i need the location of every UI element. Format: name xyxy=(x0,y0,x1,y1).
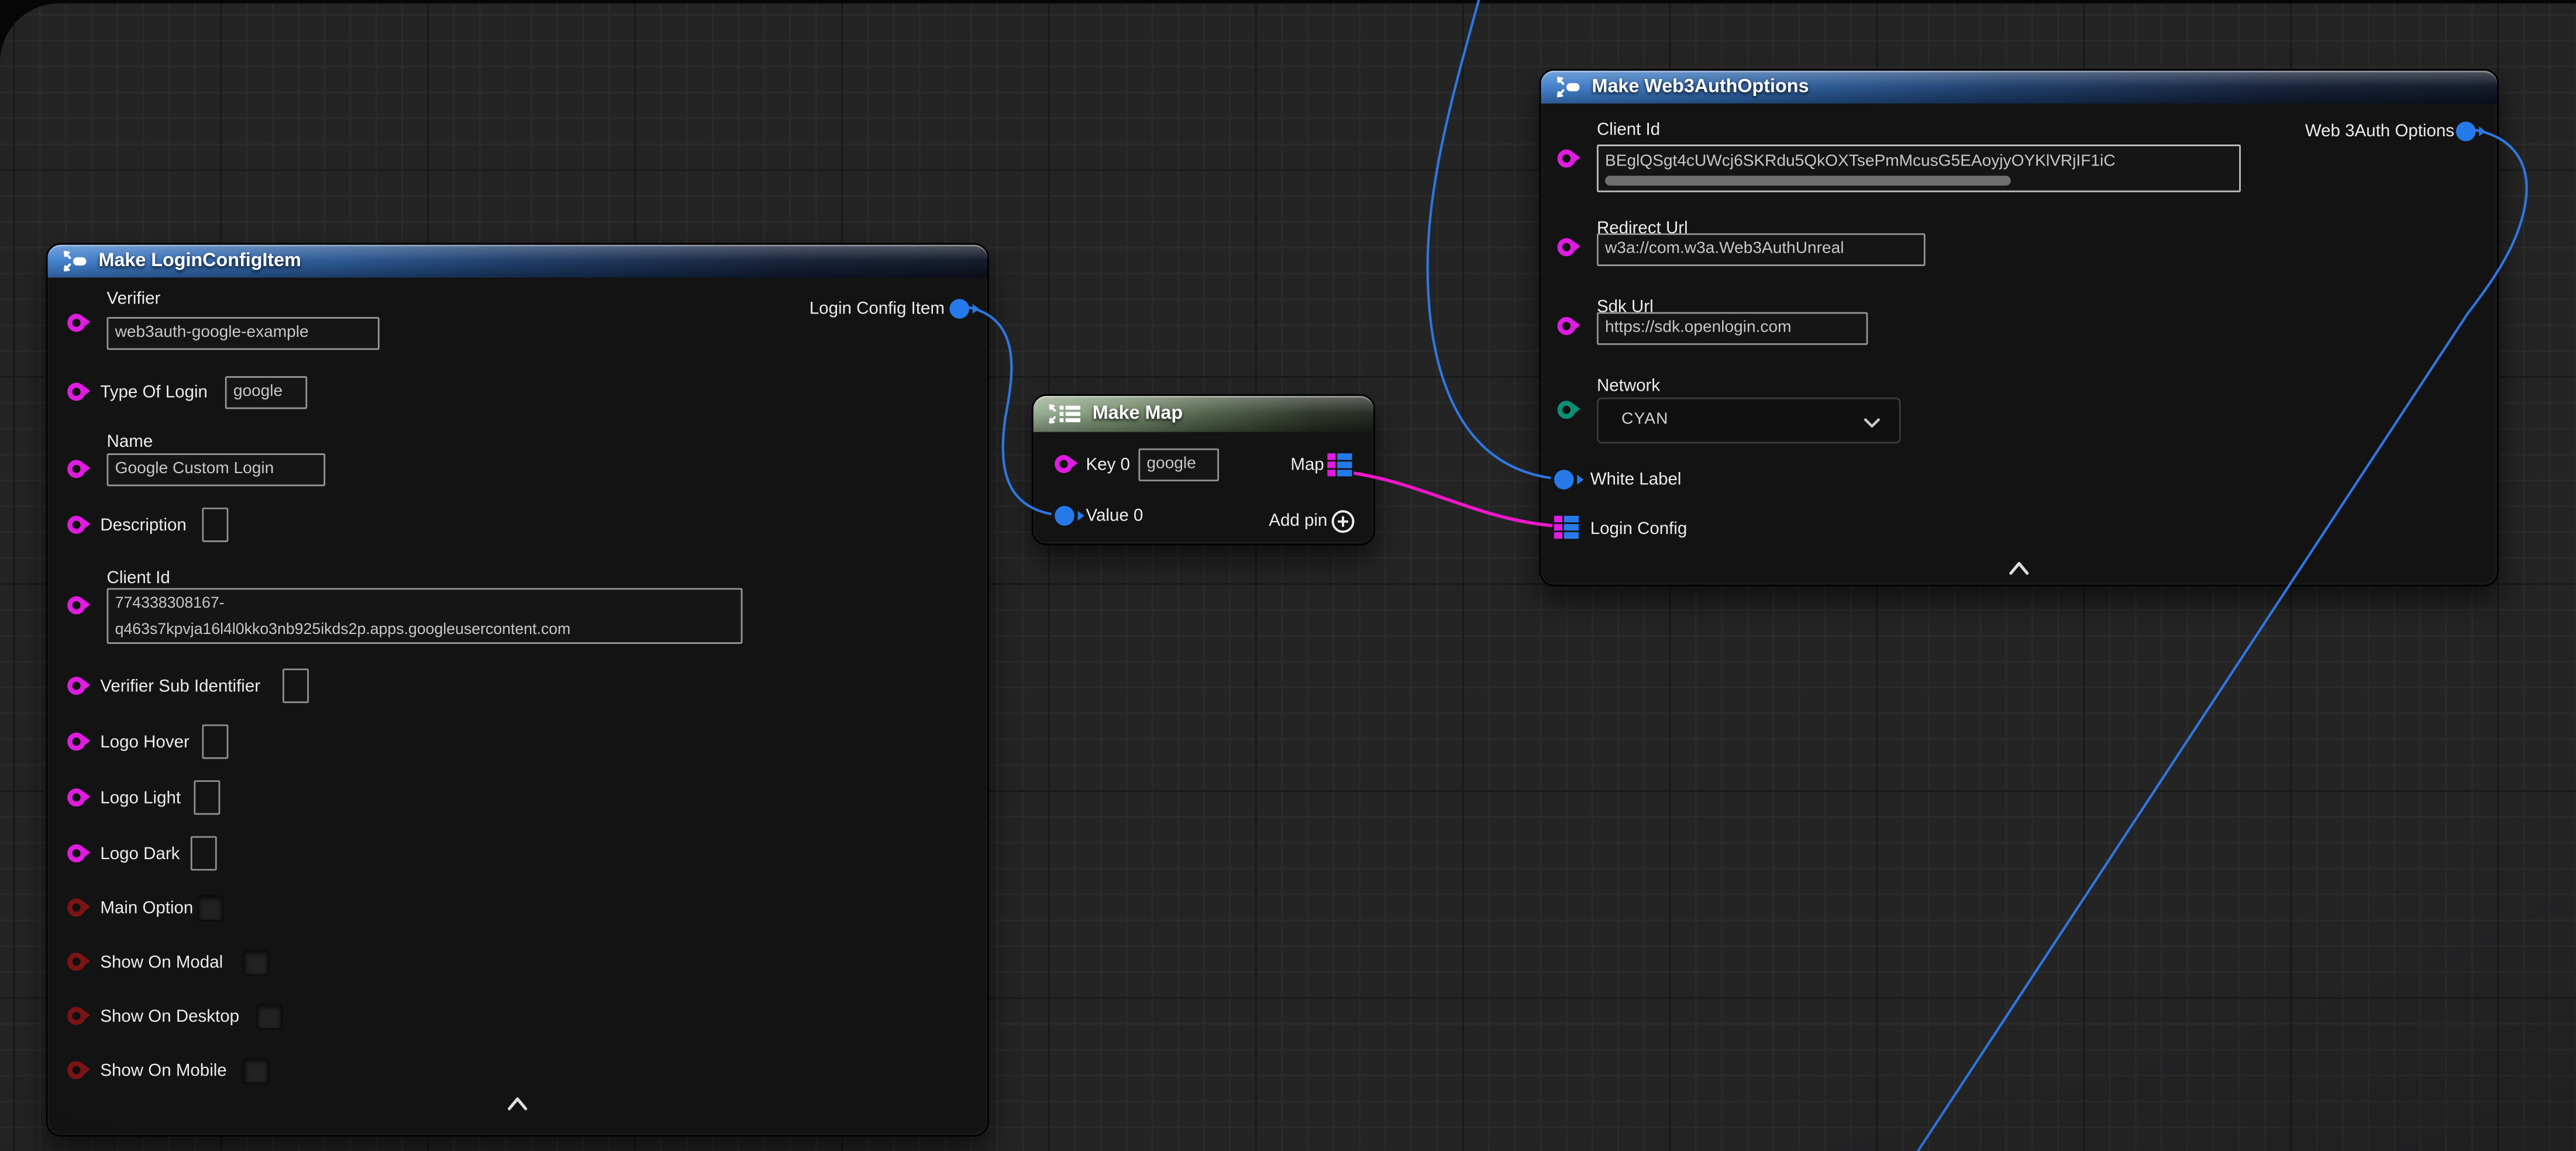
pin-type-of-login[interactable] xyxy=(67,382,85,401)
pin-verifier-sub-identifier[interactable] xyxy=(67,677,85,695)
pin-label-client-id: Client Id xyxy=(107,567,170,590)
node-title: Make LoginConfigItem xyxy=(99,251,301,271)
pin-label-name: Name xyxy=(107,430,153,453)
node-title: Make Web3AuthOptions xyxy=(1592,77,1809,97)
pin-sdk-url[interactable] xyxy=(1558,317,1576,335)
pin-label-show-on-desktop: Show On Desktop xyxy=(100,1005,239,1028)
node-header-make-web3authoptions[interactable]: Make Web3AuthOptions xyxy=(1541,71,2497,104)
pin-label-web3auth-options: Web 3Auth Options xyxy=(2305,120,2454,143)
pin-label-verifier-sub-identifier: Verifier Sub Identifier xyxy=(100,675,260,698)
network-selected-value: CYAN xyxy=(1621,411,1668,429)
network-dropdown[interactable]: CYAN xyxy=(1597,398,1901,444)
logo-hover-input[interactable] xyxy=(202,725,228,759)
pin-label-show-on-mobile: Show On Mobile xyxy=(100,1060,226,1083)
pin-show-on-modal[interactable] xyxy=(67,953,85,971)
pin-client-id[interactable] xyxy=(67,597,85,615)
sdk-url-input[interactable]: https://sdk.openlogin.com xyxy=(1597,312,1868,345)
pin-label-show-on-modal: Show On Modal xyxy=(100,951,223,974)
pin-network[interactable] xyxy=(1558,401,1576,419)
node-header-make-loginconfigitem[interactable]: Make LoginConfigItem xyxy=(47,244,987,277)
pin-label-network: Network xyxy=(1597,374,1660,397)
pin-key-0[interactable] xyxy=(1055,455,1073,473)
pin-value-0[interactable] xyxy=(1055,506,1075,526)
node-make-web3authoptions[interactable]: Make Web3AuthOptions Client Id BEglQSgt4… xyxy=(1540,69,2499,587)
show-on-modal-checkbox[interactable] xyxy=(243,949,270,976)
verifier-input[interactable]: web3auth-google-example xyxy=(107,317,380,350)
pin-label-map: Map xyxy=(1290,453,1324,476)
pin-login-config[interactable] xyxy=(1554,516,1579,538)
pin-show-on-desktop[interactable] xyxy=(67,1007,85,1025)
description-input[interactable] xyxy=(202,508,228,542)
pin-label-client-id: Client Id xyxy=(1597,118,1660,141)
logo-light-input[interactable] xyxy=(194,780,220,815)
add-pin-icon[interactable] xyxy=(1331,509,1355,534)
pin-main-option[interactable] xyxy=(67,898,85,916)
add-pin-label[interactable]: Add pin xyxy=(1269,509,1327,532)
pin-verifier[interactable] xyxy=(67,313,85,332)
pin-label-value-0: Value 0 xyxy=(1086,504,1143,527)
pin-label-description: Description xyxy=(100,514,187,537)
logo-dark-input[interactable] xyxy=(191,836,217,871)
pin-label-white-label: White Label xyxy=(1590,468,1682,491)
make-struct-icon xyxy=(1554,75,1582,98)
pin-web3auth-options-output[interactable] xyxy=(2456,122,2476,142)
pin-label-logo-light: Logo Light xyxy=(100,787,181,809)
client-id-value: BEglQSgt4cUWcj6SKRdu5QkOXTsePmMcusG5EAoy… xyxy=(1605,153,2116,171)
pin-name[interactable] xyxy=(67,460,85,478)
pin-white-label[interactable] xyxy=(1554,470,1574,490)
pin-label-verifier: Verifier xyxy=(107,288,161,311)
pin-description[interactable] xyxy=(67,516,85,534)
show-on-mobile-checkbox[interactable] xyxy=(243,1058,270,1084)
pin-label-logo-dark: Logo Dark xyxy=(100,843,180,866)
client-id-line2: q463s7kpvja16l4l0kko3nb925ikds2p.apps.go… xyxy=(115,618,735,644)
collapse-node-chevron-icon[interactable] xyxy=(2007,562,2030,575)
client-id-input[interactable]: 774338308167- q463s7kpvja16l4l0kko3nb925… xyxy=(107,588,743,643)
pin-label-main-option: Main Option xyxy=(100,897,193,919)
pin-map-output[interactable] xyxy=(1327,453,1352,475)
client-id-input[interactable]: BEglQSgt4cUWcj6SKRdu5QkOXTsePmMcusG5EAoy… xyxy=(1597,144,2241,192)
chevron-down-icon xyxy=(1863,417,1881,429)
key-0-input[interactable]: google xyxy=(1138,449,1219,481)
node-make-loginconfigitem[interactable]: Make LoginConfigItem Verifier web3auth-g… xyxy=(46,243,989,1137)
show-on-desktop-checkbox[interactable] xyxy=(256,1004,283,1030)
node-header-make-map[interactable]: Make Map xyxy=(1034,396,1373,432)
client-id-line1: 774338308167- xyxy=(115,591,735,618)
pin-label-login-config: Login Config xyxy=(1590,518,1688,540)
type-of-login-input[interactable]: google xyxy=(225,376,307,409)
pin-label-logo-hover: Logo Hover xyxy=(100,731,189,754)
pin-redirect-url[interactable] xyxy=(1558,238,1576,256)
client-id-scrollbar[interactable] xyxy=(1605,176,2011,186)
collapse-node-chevron-icon[interactable] xyxy=(506,1097,529,1110)
node-make-map[interactable]: Make Map Key 0 google Map Value 0 Add pi… xyxy=(1032,394,1375,545)
pin-label-login-config-item: Login Config Item xyxy=(810,297,945,320)
blueprint-graph: Make LoginConfigItem Verifier web3auth-g… xyxy=(0,0,2576,1151)
main-option-checkbox[interactable] xyxy=(197,895,223,922)
pin-label-type-of-login: Type Of Login xyxy=(100,381,208,404)
pin-logo-hover[interactable] xyxy=(67,733,85,751)
pin-login-config-item-output[interactable] xyxy=(949,299,969,319)
pin-logo-light[interactable] xyxy=(67,788,85,807)
pin-show-on-mobile[interactable] xyxy=(67,1061,85,1079)
name-input[interactable]: Google Custom Login xyxy=(107,453,326,486)
node-title: Make Map xyxy=(1093,404,1183,424)
verifier-sub-identifier-input[interactable] xyxy=(283,668,309,703)
pin-client-id[interactable] xyxy=(1558,150,1576,168)
redirect-url-input[interactable]: w3a://com.w3a.Web3AuthUnreal xyxy=(1597,233,1926,266)
make-map-icon xyxy=(1046,402,1083,425)
pin-label-key-0: Key 0 xyxy=(1086,453,1129,476)
make-struct-icon xyxy=(61,250,89,273)
pin-logo-dark[interactable] xyxy=(67,845,85,863)
